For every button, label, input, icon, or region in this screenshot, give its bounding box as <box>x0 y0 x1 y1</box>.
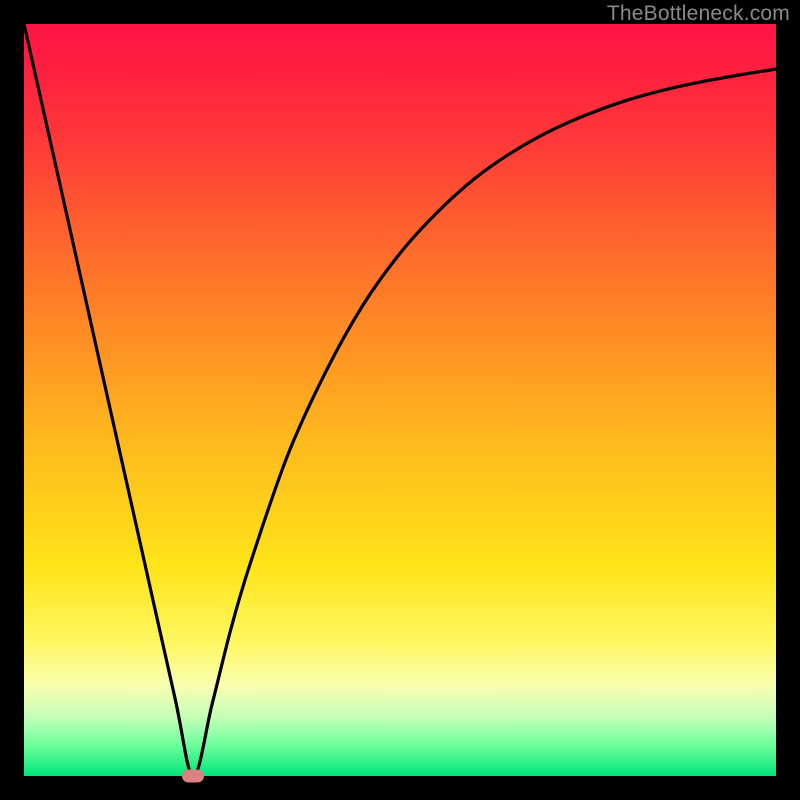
plot-area <box>24 24 776 776</box>
bottleneck-curve <box>24 24 776 776</box>
chart-frame: TheBottleneck.com <box>0 0 800 800</box>
minimum-marker <box>182 770 204 783</box>
watermark-text: TheBottleneck.com <box>607 2 790 26</box>
